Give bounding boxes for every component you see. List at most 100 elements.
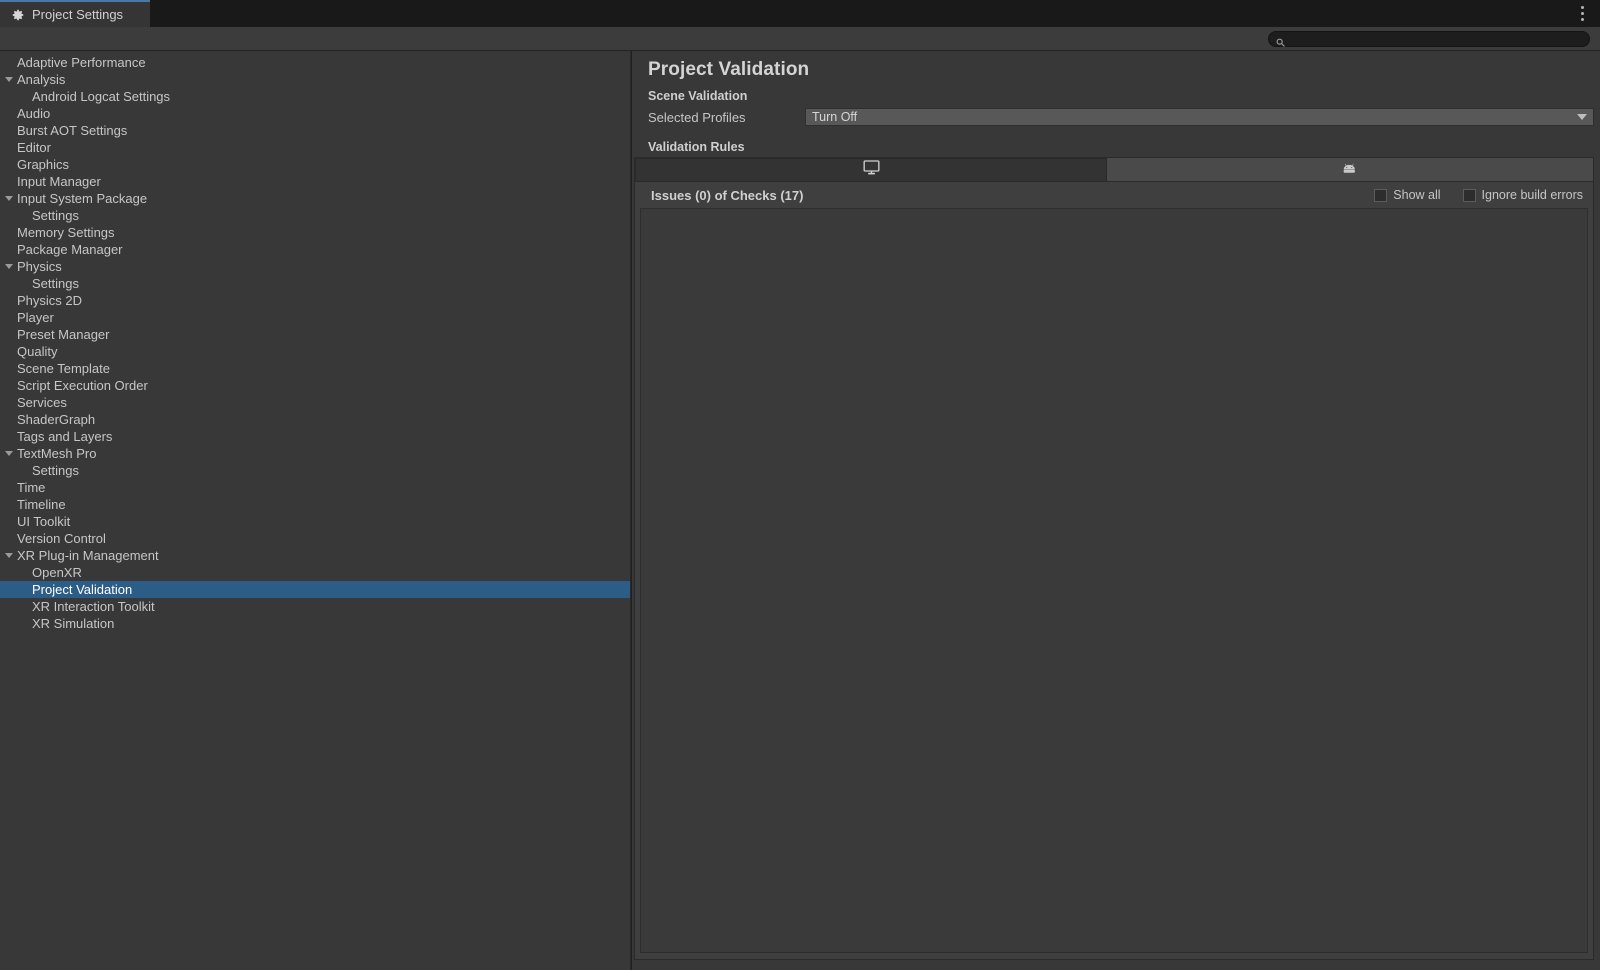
sidebar-item-label: Burst AOT Settings bbox=[15, 123, 127, 138]
chevron-down-icon[interactable] bbox=[2, 451, 15, 456]
sidebar-item-ui-toolkit[interactable]: UI Toolkit bbox=[0, 513, 630, 530]
android-robot-icon bbox=[1342, 161, 1358, 179]
sidebar-item-analysis[interactable]: Analysis bbox=[0, 71, 630, 88]
sidebar-item-package-manager[interactable]: Package Manager bbox=[0, 241, 630, 258]
sidebar-item-label: XR Simulation bbox=[30, 616, 114, 631]
selected-profiles-label: Selected Profiles bbox=[648, 110, 805, 125]
page-title: Project Validation bbox=[632, 51, 1600, 87]
chevron-down-icon[interactable] bbox=[2, 553, 15, 558]
tab-label: Project Settings bbox=[32, 7, 123, 22]
issues-list[interactable] bbox=[640, 208, 1588, 953]
sidebar-item-label: Quality bbox=[15, 344, 57, 359]
triangle-glyph bbox=[5, 451, 13, 456]
sidebar-item-label: UI Toolkit bbox=[15, 514, 70, 529]
chevron-down-icon[interactable] bbox=[2, 196, 15, 201]
sidebar-item-label: OpenXR bbox=[30, 565, 82, 580]
sidebar-item-settings[interactable]: Settings bbox=[0, 462, 630, 479]
sidebar-item-label: Input Manager bbox=[15, 174, 101, 189]
settings-tree[interactable]: Adaptive PerformanceAnalysisAndroid Logc… bbox=[0, 51, 631, 970]
kebab-dot bbox=[1581, 18, 1584, 21]
sidebar-item-label: Services bbox=[15, 395, 67, 410]
issues-summary-row: Issues (0) of Checks (17) Show all Ignor… bbox=[635, 182, 1593, 208]
sidebar-item-label: XR Plug-in Management bbox=[15, 548, 159, 563]
sidebar-item-label: Time bbox=[15, 480, 45, 495]
sidebar-item-input-manager[interactable]: Input Manager bbox=[0, 173, 630, 190]
sidebar-item-label: Version Control bbox=[15, 531, 106, 546]
project-settings-window: Project Settings Adaptive PerformanceAna… bbox=[0, 0, 1600, 970]
kebab-menu-icon[interactable] bbox=[1570, 0, 1600, 27]
window-titlebar: Project Settings bbox=[0, 0, 1600, 27]
show-all-toggle[interactable]: Show all bbox=[1374, 188, 1440, 202]
panel-inner: Project Validation Scene Validation Sele… bbox=[632, 51, 1600, 970]
search-icon bbox=[1276, 34, 1285, 43]
sidebar-item-shadergraph[interactable]: ShaderGraph bbox=[0, 411, 630, 428]
sidebar-item-time[interactable]: Time bbox=[0, 479, 630, 496]
sidebar-item-script-execution-order[interactable]: Script Execution Order bbox=[0, 377, 630, 394]
sidebar-item-tags-and-layers[interactable]: Tags and Layers bbox=[0, 428, 630, 445]
ignore-build-errors-checkbox[interactable] bbox=[1463, 189, 1476, 202]
show-all-label: Show all bbox=[1393, 188, 1440, 202]
sidebar-item-audio[interactable]: Audio bbox=[0, 105, 630, 122]
sidebar-item-label: Audio bbox=[15, 106, 50, 121]
sidebar-item-label: Settings bbox=[30, 208, 79, 223]
sidebar-item-textmesh-pro[interactable]: TextMesh Pro bbox=[0, 445, 630, 462]
sidebar-item-xr-interaction-toolkit[interactable]: XR Interaction Toolkit bbox=[0, 598, 630, 615]
tab-project-settings[interactable]: Project Settings bbox=[0, 0, 150, 27]
sidebar-item-preset-manager[interactable]: Preset Manager bbox=[0, 326, 630, 343]
tab-platform-android[interactable] bbox=[1107, 158, 1593, 181]
sidebar-item-player[interactable]: Player bbox=[0, 309, 630, 326]
search-field[interactable] bbox=[1268, 31, 1590, 47]
sidebar-item-xr-simulation[interactable]: XR Simulation bbox=[0, 615, 630, 632]
sidebar-item-label: Physics bbox=[15, 259, 62, 274]
chevron-down-icon[interactable] bbox=[2, 77, 15, 82]
titlebar-spacer bbox=[150, 0, 1570, 27]
sidebar-item-input-system-package[interactable]: Input System Package bbox=[0, 190, 630, 207]
tab-platform-standalone[interactable] bbox=[635, 158, 1107, 181]
triangle-glyph bbox=[5, 196, 13, 201]
show-all-checkbox[interactable] bbox=[1374, 189, 1387, 202]
issues-count-label: Issues (0) of Checks (17) bbox=[651, 188, 803, 203]
sidebar-item-burst-aot-settings[interactable]: Burst AOT Settings bbox=[0, 122, 630, 139]
sidebar-item-label: Settings bbox=[30, 463, 79, 478]
sidebar-item-xr-plug-in-management[interactable]: XR Plug-in Management bbox=[0, 547, 630, 564]
chevron-down-icon[interactable] bbox=[2, 264, 15, 269]
sidebar-item-settings[interactable]: Settings bbox=[0, 275, 630, 292]
selected-profiles-row: Selected Profiles Turn Off bbox=[646, 108, 1600, 126]
sidebar-item-label: Memory Settings bbox=[15, 225, 115, 240]
sidebar-item-version-control[interactable]: Version Control bbox=[0, 530, 630, 547]
sidebar-item-quality[interactable]: Quality bbox=[0, 343, 630, 360]
sidebar-item-label: Scene Template bbox=[15, 361, 110, 376]
sidebar-item-graphics[interactable]: Graphics bbox=[0, 156, 630, 173]
sidebar-item-services[interactable]: Services bbox=[0, 394, 630, 411]
sidebar-item-label: XR Interaction Toolkit bbox=[30, 599, 155, 614]
sidebar-item-scene-template[interactable]: Scene Template bbox=[0, 360, 630, 377]
sidebar-item-label: Script Execution Order bbox=[15, 378, 148, 393]
sidebar-item-label: Analysis bbox=[15, 72, 65, 87]
triangle-glyph bbox=[5, 553, 13, 558]
sidebar-item-label: Editor bbox=[15, 140, 51, 155]
sidebar-item-settings[interactable]: Settings bbox=[0, 207, 630, 224]
sidebar-item-physics-2d[interactable]: Physics 2D bbox=[0, 292, 630, 309]
triangle-glyph bbox=[5, 264, 13, 269]
sidebar-item-label: TextMesh Pro bbox=[15, 446, 96, 461]
ignore-build-errors-toggle[interactable]: Ignore build errors bbox=[1463, 188, 1583, 202]
sidebar-item-editor[interactable]: Editor bbox=[0, 139, 630, 156]
sidebar-item-label: ShaderGraph bbox=[15, 412, 95, 427]
content-split: Adaptive PerformanceAnalysisAndroid Logc… bbox=[0, 51, 1600, 970]
sidebar-item-openxr[interactable]: OpenXR bbox=[0, 564, 630, 581]
sidebar-item-label: Tags and Layers bbox=[15, 429, 112, 444]
sidebar-item-memory-settings[interactable]: Memory Settings bbox=[0, 224, 630, 241]
sidebar-item-project-validation[interactable]: Project Validation bbox=[0, 581, 630, 598]
kebab-dot bbox=[1581, 6, 1584, 9]
sidebar-item-adaptive-performance[interactable]: Adaptive Performance bbox=[0, 54, 630, 71]
chevron-down-icon bbox=[1577, 114, 1587, 120]
validation-rules-box: Issues (0) of Checks (17) Show all Ignor… bbox=[634, 157, 1594, 960]
search-input[interactable] bbox=[1290, 33, 1582, 45]
platform-tabstrip bbox=[635, 158, 1593, 182]
desktop-monitor-icon bbox=[863, 160, 880, 180]
sidebar-item-physics[interactable]: Physics bbox=[0, 258, 630, 275]
selected-profiles-dropdown[interactable]: Turn Off bbox=[805, 108, 1594, 126]
sidebar-item-android-logcat-settings[interactable]: Android Logcat Settings bbox=[0, 88, 630, 105]
ignore-build-errors-label: Ignore build errors bbox=[1482, 188, 1583, 202]
sidebar-item-timeline[interactable]: Timeline bbox=[0, 496, 630, 513]
